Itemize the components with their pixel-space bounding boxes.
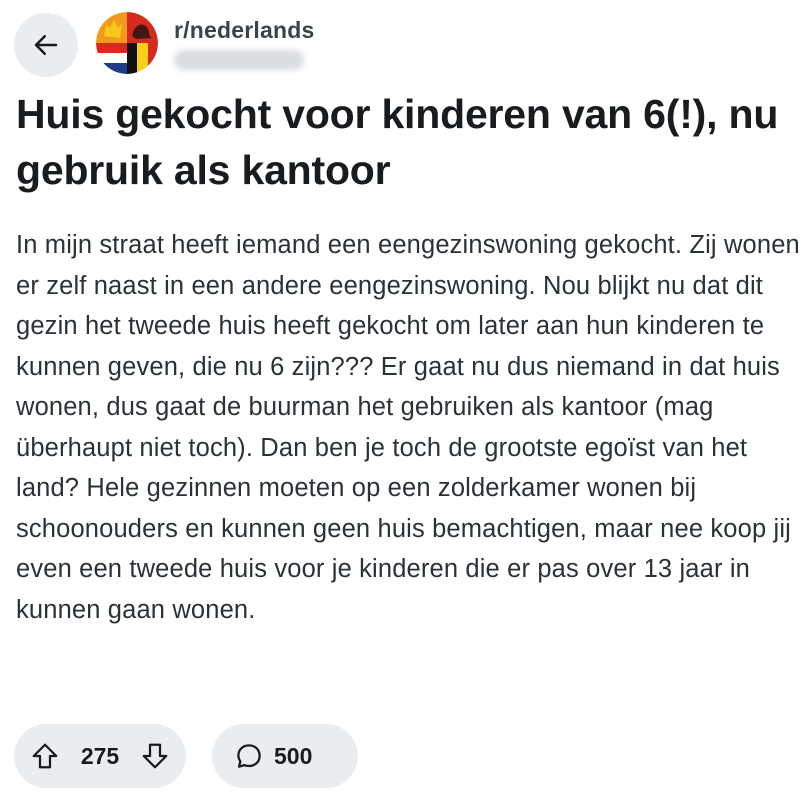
comment-count: 500 — [274, 742, 313, 769]
arrow-left-icon — [34, 35, 58, 55]
post-body: In mijn straat heeft iemand een eengezin… — [16, 231, 800, 624]
comments-button[interactable]: 500 — [212, 724, 358, 788]
vote-bar: 275 — [14, 724, 186, 788]
subreddit-name[interactable]: r/nederlands — [174, 16, 474, 44]
vote-count: 275 — [80, 742, 120, 769]
downvote-arrow-icon — [142, 743, 168, 769]
subreddit-meta: r/nederlands — [174, 16, 474, 70]
upvote-arrow-icon — [32, 743, 58, 769]
comment-bubble-icon — [237, 744, 261, 768]
post-actions: 275 500 — [14, 724, 358, 788]
post-title[interactable]: Huis gekocht voor kinderen van 6(!), nu … — [16, 86, 806, 198]
subreddit-avatar[interactable] — [96, 12, 158, 74]
subreddit-flag-icon — [96, 12, 158, 74]
downvote-button[interactable] — [140, 741, 170, 771]
back-button[interactable] — [14, 13, 78, 77]
post-header: r/nederlands — [14, 12, 314, 78]
upvote-button[interactable] — [30, 741, 60, 771]
author-username-redacted — [174, 50, 304, 70]
